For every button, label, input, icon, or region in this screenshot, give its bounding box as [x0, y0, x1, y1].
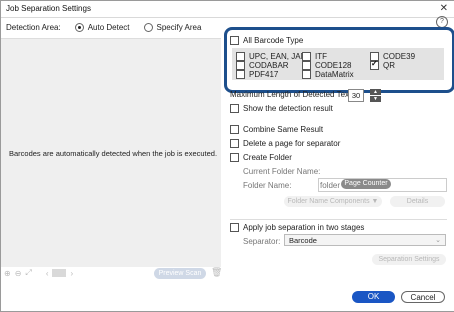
combine-checkbox[interactable] [230, 125, 239, 134]
page-counter-tag[interactable]: Page Counter [341, 179, 391, 189]
detection-area-label: Detection Area: [6, 23, 61, 32]
folder-name-label: Folder Name: [243, 181, 292, 190]
barcode-type-checkbox[interactable] [302, 70, 311, 79]
barcode-type-item[interactable]: DataMatrix [302, 70, 354, 79]
zoom-in-icon[interactable]: ⊕ [4, 269, 11, 278]
barcode-type-label: CODE39 [383, 52, 416, 61]
folder-name-components-button[interactable]: Folder Name Components ▼ [284, 196, 382, 207]
details-button[interactable]: Details [390, 196, 445, 207]
page-thumbnail [52, 269, 67, 277]
divider [230, 219, 447, 220]
two-stage-label: Apply job separation in two stages [243, 223, 365, 232]
two-stage-checkbox[interactable] [230, 223, 239, 232]
page-next-icon[interactable]: › [70, 269, 73, 278]
barcode-type-label: UPC, EAN, JAN [249, 52, 307, 61]
specify-area-radio[interactable] [143, 23, 153, 32]
all-barcode-checkbox[interactable] [230, 36, 239, 45]
separation-settings-button[interactable]: Separation Settings [372, 254, 446, 265]
delete-page-row[interactable]: Delete a page for separator [230, 139, 340, 148]
max-length-row: Maximum Length of Detected Text: [230, 90, 353, 99]
barcode-type-item[interactable]: UPC, EAN, JAN [236, 52, 306, 61]
separator-value: Barcode [289, 236, 317, 245]
combine-label: Combine Same Result [243, 125, 324, 134]
all-barcode-row[interactable]: All Barcode Type [230, 36, 303, 45]
spin-down-icon[interactable]: ▼ [370, 96, 381, 103]
barcode-type-item[interactable]: CODABAR [236, 61, 289, 70]
separator-label: Separator: [243, 237, 281, 246]
preview-scan-button[interactable]: Preview Scan [154, 268, 206, 279]
create-folder-label: Create Folder [243, 153, 292, 162]
separator-row: Separator: [243, 237, 280, 246]
max-length-spinner[interactable]: ▲ ▼ [370, 89, 381, 103]
max-length-label: Maximum Length of Detected Text: [230, 90, 354, 99]
barcode-type-label: QR [383, 61, 395, 70]
barcode-type-checkbox[interactable] [302, 52, 311, 61]
delete-page-label: Delete a page for separator [243, 139, 341, 148]
barcode-type-checkbox[interactable] [302, 61, 311, 70]
trash-icon[interactable]: 🗑 [211, 267, 222, 278]
create-folder-row[interactable]: Create Folder [230, 153, 292, 162]
close-icon[interactable]: ✕ [440, 3, 448, 14]
title-bar: Job Separation Settings ✕ [1, 1, 454, 18]
preview-pane: Barcodes are automatically detected when… [1, 38, 221, 267]
show-result-label: Show the detection result [243, 104, 333, 113]
barcode-type-label: DataMatrix [315, 70, 354, 79]
barcode-type-label: PDF417 [249, 70, 279, 79]
spin-up-icon[interactable]: ▲ [370, 89, 381, 96]
barcode-type-item[interactable]: PDF417 [236, 70, 278, 79]
barcode-type-label: CODE128 [315, 61, 352, 70]
window-title: Job Separation Settings [6, 4, 91, 13]
barcode-type-label: ITF [315, 52, 327, 61]
page-prev-icon[interactable]: ‹ [46, 269, 49, 278]
max-length-input[interactable]: 30 [348, 89, 364, 102]
barcode-type-item[interactable]: QR [370, 59, 395, 70]
show-result-checkbox[interactable] [230, 104, 239, 113]
zoom-out-icon[interactable]: ⊖ [15, 269, 22, 278]
folder-name-prefix: folder [320, 181, 341, 190]
current-folder-label: Current Folder Name: [243, 167, 321, 176]
auto-detect-label[interactable]: Auto Detect [88, 23, 130, 32]
barcode-type-checkbox[interactable] [236, 61, 245, 70]
qr-checkbox[interactable] [370, 59, 379, 70]
ok-button[interactable]: OK [352, 291, 395, 303]
barcode-type-item[interactable]: ITF [302, 52, 327, 61]
combine-row[interactable]: Combine Same Result [230, 125, 323, 134]
specify-area-label[interactable]: Specify Area [157, 23, 202, 32]
barcode-type-label: CODABAR [249, 61, 289, 70]
cancel-button[interactable]: Cancel [401, 291, 445, 303]
detection-area-row: Detection Area: Auto Detect Specify Area [6, 23, 201, 32]
show-result-row[interactable]: Show the detection result [230, 104, 333, 113]
barcode-type-item[interactable]: CODE128 [302, 61, 351, 70]
folder-name-row: Folder Name: [243, 181, 291, 190]
fit-icon[interactable]: ⤢ [25, 268, 31, 278]
separator-select[interactable]: Barcode ⌄ [284, 234, 446, 246]
current-folder-row: Current Folder Name: [243, 167, 320, 176]
barcode-type-checkbox[interactable] [236, 52, 245, 61]
two-stage-row[interactable]: Apply job separation in two stages [230, 223, 364, 232]
barcode-type-checkbox[interactable] [236, 70, 245, 79]
create-folder-checkbox[interactable] [230, 153, 239, 162]
delete-page-checkbox[interactable] [230, 139, 239, 148]
chevron-down-icon: ⌄ [435, 237, 441, 244]
all-barcode-label: All Barcode Type [243, 36, 304, 45]
auto-detect-radio[interactable] [74, 23, 84, 32]
auto-detect-message: Barcodes are automatically detected when… [9, 149, 218, 158]
